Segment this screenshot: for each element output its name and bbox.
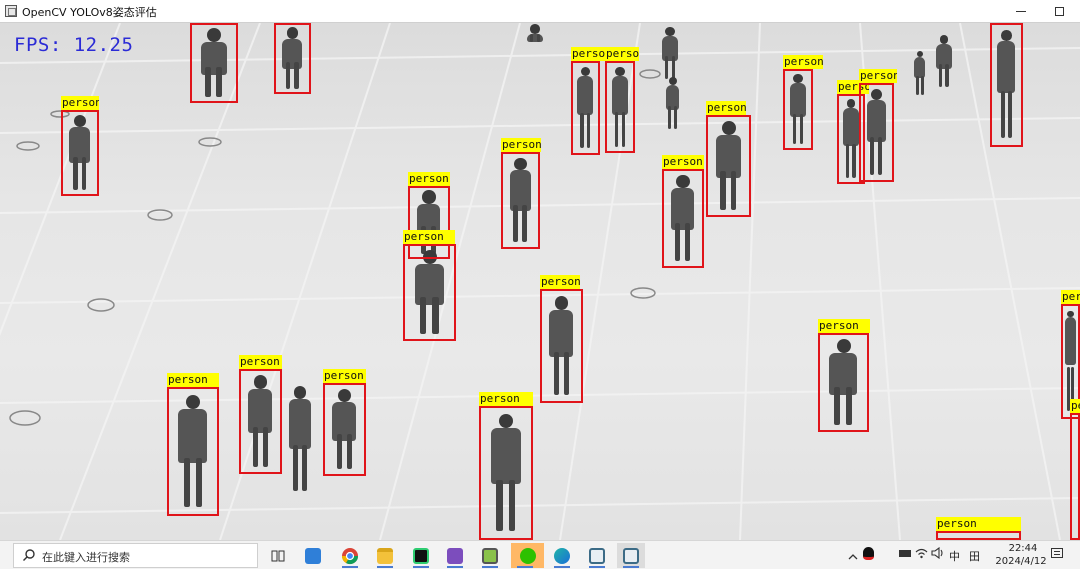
detection-label: person xyxy=(1061,290,1080,304)
task-view-icon xyxy=(271,550,285,561)
file-explorer-button[interactable] xyxy=(371,543,399,568)
video-frame: FPS: 12.25 personpersonpersonpersonperso… xyxy=(0,23,1080,540)
detection-box xyxy=(323,383,366,476)
detection-label: person xyxy=(818,319,870,333)
detection-label: person xyxy=(936,517,1021,531)
edge-button[interactable] xyxy=(548,543,576,568)
notepad-button[interactable] xyxy=(476,543,504,568)
wifi-icon[interactable] xyxy=(915,547,928,562)
fps-counter: FPS: 12.25 xyxy=(14,34,134,56)
search-placeholder: 在此键入进行搜索 xyxy=(42,551,130,564)
opencv-app-icon xyxy=(5,5,17,17)
detection-box xyxy=(818,333,869,432)
keyboard-layout-icon[interactable]: 田 xyxy=(969,548,980,564)
taskbar-search-box[interactable]: 在此键入进行搜索 xyxy=(13,543,258,568)
detection-label: person xyxy=(662,155,704,169)
pedestrian xyxy=(660,73,685,133)
edge-icon xyxy=(554,547,570,564)
detection-box xyxy=(190,23,238,103)
opencv-window-button[interactable] xyxy=(583,543,611,568)
opencv-window-icon xyxy=(589,547,605,564)
detection-box xyxy=(61,110,99,196)
detection-label: person xyxy=(239,355,282,369)
file-explorer-icon xyxy=(377,547,393,564)
detection-box xyxy=(936,531,1021,540)
detection-label: person xyxy=(167,373,219,387)
detection-box xyxy=(1070,413,1080,540)
notepad-icon xyxy=(482,547,498,564)
detection-box xyxy=(571,61,600,155)
detection-label: person xyxy=(783,55,823,69)
task-view-button[interactable] xyxy=(264,543,292,568)
detection-label: person xyxy=(61,96,99,110)
detection-label: person xyxy=(706,101,746,115)
detection-label: person xyxy=(479,392,533,406)
maximize-icon xyxy=(1054,7,1064,16)
notification-icon[interactable] xyxy=(1051,548,1063,558)
detection-label: person xyxy=(501,138,541,152)
wechat-icon xyxy=(519,547,536,564)
detection-label: person xyxy=(605,47,639,61)
detection-box xyxy=(501,152,540,249)
pycharm-icon xyxy=(413,547,429,564)
visual-studio-button[interactable] xyxy=(441,543,469,568)
pycharm-button[interactable] xyxy=(407,543,435,568)
clock-time[interactable]: 22:44 xyxy=(1003,543,1043,554)
detection-label: person xyxy=(323,369,366,383)
pedestrian xyxy=(280,379,320,499)
minimize-icon xyxy=(1016,11,1026,12)
detection-box xyxy=(479,406,533,540)
clock-date[interactable]: 2024/4/12 xyxy=(993,556,1049,567)
volume-icon[interactable] xyxy=(931,546,944,562)
chevron-up-icon[interactable] xyxy=(848,550,858,563)
pedestrian xyxy=(910,48,930,98)
calendar-app-icon xyxy=(305,547,321,564)
detection-box xyxy=(706,115,751,217)
detection-box xyxy=(274,23,311,94)
window-title: OpenCV YOLOv8姿态评估 xyxy=(22,6,157,19)
opencv-window-icon xyxy=(623,547,639,564)
visual-studio-icon xyxy=(447,547,463,564)
chrome-icon xyxy=(341,547,359,564)
title-bar[interactable]: OpenCV YOLOv8姿态评估 xyxy=(0,0,1080,23)
detection-box xyxy=(859,83,894,182)
battery-icon[interactable] xyxy=(899,550,911,557)
detection-label: person xyxy=(403,230,455,244)
taskbar: 在此键入进行搜索 中 田 22:44 2024/4/12 xyxy=(0,540,1080,569)
detection-label: person xyxy=(1070,399,1080,413)
detection-box xyxy=(540,289,583,403)
input-method-indicator[interactable]: 中 xyxy=(949,548,960,564)
wechat-button[interactable] xyxy=(511,543,544,568)
calendar-app-button[interactable] xyxy=(299,543,327,568)
detection-box xyxy=(662,169,704,268)
search-icon xyxy=(23,549,35,561)
detection-box xyxy=(783,69,813,150)
opencv-window-button-active[interactable] xyxy=(617,543,645,568)
detection-box xyxy=(990,23,1023,147)
detection-box xyxy=(239,369,282,474)
minimize-button[interactable] xyxy=(1002,0,1040,23)
chrome-button[interactable] xyxy=(336,543,364,568)
maximize-button[interactable] xyxy=(1040,0,1078,23)
detection-label: person xyxy=(571,47,605,61)
detection-box xyxy=(403,244,456,341)
qq-icon[interactable] xyxy=(863,547,874,560)
detection-label: person xyxy=(540,275,580,289)
detection-label: person xyxy=(408,172,450,186)
pedestrian xyxy=(930,31,958,91)
detection-box xyxy=(167,387,219,516)
detection-box xyxy=(605,61,635,153)
detection-label: person xyxy=(859,69,897,83)
pedestrian xyxy=(520,23,550,43)
opencv-window: OpenCV YOLOv8姿态评估 FPS: 12.25 person pers… xyxy=(0,0,1080,540)
